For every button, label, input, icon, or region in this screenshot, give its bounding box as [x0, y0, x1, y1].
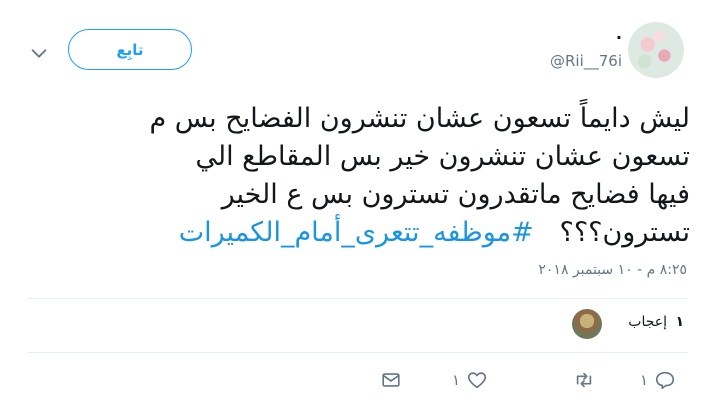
- follow-button[interactable]: تابِع: [68, 29, 192, 70]
- tweet-text: ليش دايماً تسعون عشان تنشرون الفضايح بس …: [40, 100, 690, 252]
- like-count: ١: [452, 371, 461, 389]
- user-handle[interactable]: @Rii__76i: [550, 52, 622, 70]
- likes-count[interactable]: ١ إعجاب: [628, 314, 684, 330]
- liker-avatar[interactable]: [572, 309, 602, 339]
- like-button[interactable]: ١: [452, 368, 488, 392]
- tweet-line-2: تسعون عشان تنشرون خير بس المقاطع الي: [195, 141, 690, 172]
- tweet-timestamp[interactable]: ٨:٢٥ م - ١٠ سبتمبر ٢٠١٨: [538, 262, 687, 278]
- retweet-icon: [576, 372, 592, 388]
- reply-count: ١: [640, 371, 649, 389]
- tweet-line-4: تسترون؟؟؟ #موظفه_تتعرى_أمام_الكميرات: [40, 214, 690, 252]
- reply-button[interactable]: ١: [640, 368, 676, 392]
- tweet-line-4-text: تسترون؟؟؟: [559, 217, 690, 248]
- heart-icon: [467, 372, 487, 389]
- divider: [28, 352, 688, 353]
- likes-number: ١: [675, 314, 684, 330]
- likes-label: إعجاب: [628, 314, 667, 330]
- envelope-icon: [382, 373, 400, 387]
- tweet-line-1: ليش دايماً تسعون عشان تنشرون الفضايح بس …: [149, 103, 690, 134]
- reply-icon: [655, 371, 675, 390]
- hashtag-link[interactable]: #موظفه_تتعرى_أمام_الكميرات: [179, 217, 534, 248]
- tweet-line-3: فيها فضايح ماتقدرون تسترون بس ع الخير: [221, 179, 690, 210]
- user-avatar[interactable]: [628, 22, 684, 78]
- divider: [28, 298, 688, 299]
- retweet-button[interactable]: [567, 368, 595, 392]
- direct-message-button[interactable]: [380, 368, 402, 392]
- display-name[interactable]: .: [616, 24, 622, 43]
- chevron-down-icon[interactable]: [28, 42, 50, 64]
